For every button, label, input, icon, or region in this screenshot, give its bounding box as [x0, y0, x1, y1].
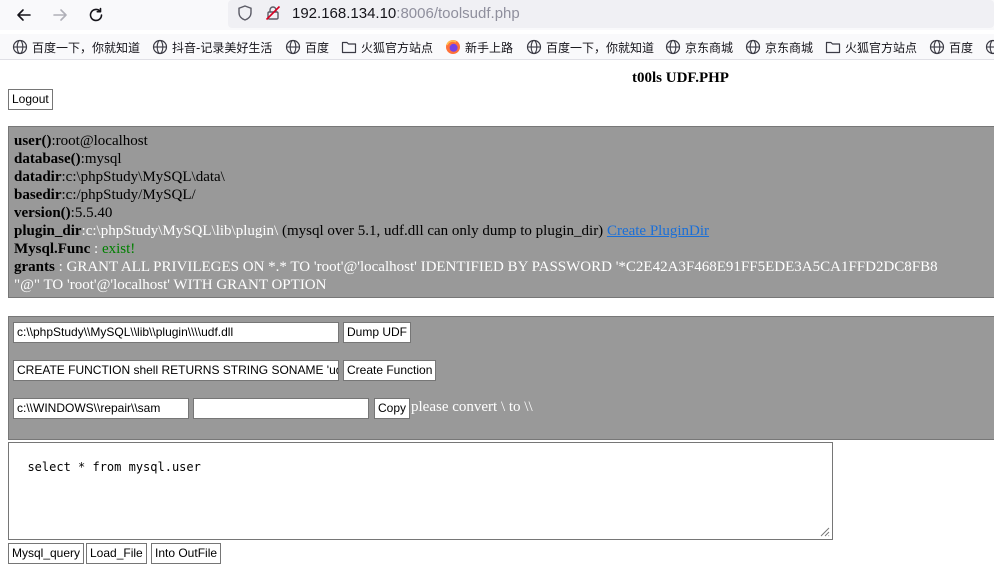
info-func-key: Mysql.Func	[14, 241, 91, 257]
url-path: :8006/toolsudf.php	[396, 5, 520, 22]
create-function-input[interactable]: CREATE FUNCTION shell RETURNS STRING SON…	[13, 360, 339, 381]
path-hint: please convert \ to \\	[411, 399, 533, 415]
back-arrow-icon	[17, 9, 31, 21]
resize-grip-icon[interactable]	[818, 525, 830, 537]
copy-source-input[interactable]: c:\\WINDOWS\\repair\\sam	[13, 398, 189, 419]
info-user-key: user()	[14, 133, 52, 149]
page-title: t00ls UDF.PHP	[632, 70, 729, 86]
udf-form-panel: c:\\phpStudy\\MySQL\\lib\\plugin\\\\udf.…	[8, 316, 994, 440]
info-user: user():root@localhost	[14, 132, 994, 150]
copy-button[interactable]: Copy	[374, 398, 411, 419]
bookmarks-bar: 百度一下，你就知道 抖音-记录美好生活 百度 火狐官方站点 新手上路 百度一下，…	[0, 34, 994, 60]
shield-icon	[238, 5, 252, 21]
bookmark-label: 百度	[949, 40, 974, 55]
reload-button[interactable]	[84, 3, 108, 27]
bookmark-label: 京东商城	[685, 40, 734, 55]
globe-icon	[12, 39, 28, 55]
bookmark-item[interactable]: 火狐官方站点	[341, 38, 433, 56]
info-database-value: :mysql	[80, 151, 122, 167]
forward-arrow-icon	[53, 9, 67, 21]
info-version: version():5.5.40	[14, 204, 994, 222]
dump-udf-button[interactable]: Dump UDF	[343, 322, 412, 343]
bookmark-label: 百度一下，你就知道	[32, 40, 141, 55]
forward-button[interactable]	[48, 3, 72, 27]
logout-button[interactable]: Logout	[8, 89, 53, 110]
globe-icon	[526, 39, 542, 55]
bookmark-item[interactable]: 百度	[285, 38, 329, 56]
browser-nav-bar: 192.168.134.10:8006/toolsudf.php	[0, 0, 994, 30]
info-plugin-note: (mysql over 5.1, udf.dll can only dump t…	[278, 223, 607, 239]
sql-query-text: select * from mysql.user	[27, 460, 201, 474]
insecure-lock-icon	[265, 5, 281, 21]
bookmark-label: 新手上路	[465, 40, 514, 55]
bookmark-item[interactable]: 新手上路	[445, 38, 513, 56]
folder-icon	[341, 41, 357, 54]
info-grants-value: : GRANT ALL PRIVILEGES ON *.* TO 'root'@…	[54, 259, 938, 275]
bookmark-item[interactable]: 京东商城	[745, 38, 813, 56]
bookmark-label: 抖音-记录美好生活	[172, 40, 273, 55]
bookmark-label: 百度	[305, 40, 330, 55]
info-datadir: datadir:c:\phpStudy\MySQL\data\	[14, 168, 994, 186]
info-plugin-key: plugin_dir	[14, 223, 82, 239]
info-version-value: :5.5.40	[70, 205, 113, 221]
back-button[interactable]	[12, 3, 36, 27]
info-database: database():mysql	[14, 150, 994, 168]
info-datadir-key: datadir	[14, 169, 62, 185]
info-func-status: exist!	[101, 241, 136, 257]
info-plugin-dir: plugin_dir:c:\phpStudy\MySQL\lib\plugin\…	[14, 222, 994, 240]
info-mysql-func: Mysql.Func : exist!	[14, 240, 994, 258]
url-host: 192.168.134.10	[292, 5, 397, 22]
info-database-key: database()	[14, 151, 81, 167]
dll-path-input[interactable]: c:\\phpStudy\\MySQL\\lib\\plugin\\\\udf.…	[13, 322, 339, 343]
bookmark-label: 火狐官方站点	[361, 40, 434, 55]
info-basedir: basedir:c:/phpStudy/MySQL/	[14, 186, 994, 204]
bookmark-item-overflow[interactable]	[985, 38, 994, 56]
folder-icon	[825, 41, 841, 54]
sql-query-textarea[interactable]: select * from mysql.user	[8, 442, 833, 540]
bookmark-label: 百度一下，你就知道	[546, 40, 655, 55]
bookmark-label: 京东商城	[765, 40, 814, 55]
reload-icon	[89, 7, 103, 22]
globe-icon	[665, 39, 681, 55]
info-version-key: version()	[14, 205, 71, 221]
bookmark-item[interactable]: 百度一下，你就知道	[12, 38, 140, 56]
url-bar[interactable]: 192.168.134.10:8006/toolsudf.php	[228, 0, 994, 28]
into-outfile-button[interactable]: Into OutFile	[151, 543, 222, 564]
info-user-value: :root@localhost	[51, 133, 148, 149]
info-basedir-key: basedir	[14, 187, 62, 203]
info-func-sep: :	[90, 241, 102, 257]
create-plugin-dir-link[interactable]: Create PluginDir	[607, 223, 709, 239]
info-plugin-value: :c:\phpStudy\MySQL\lib\plugin\	[81, 223, 279, 239]
bookmark-item[interactable]: 百度一下，你就知道	[526, 38, 654, 56]
copy-destination-input[interactable]	[193, 398, 369, 419]
info-grants: grants : GRANT ALL PRIVILEGES ON *.* TO …	[14, 258, 994, 276]
info-basedir-value: :c:/phpStudy/MySQL/	[61, 187, 196, 203]
bookmark-item[interactable]: 京东商城	[665, 38, 733, 56]
info-grants-continued: "@" TO 'root'@'localhost' WITH GRANT OPT…	[14, 277, 327, 293]
bookmark-label: 火狐官方站点	[845, 40, 918, 55]
bookmark-item[interactable]: 抖音-记录美好生活	[152, 38, 272, 56]
server-info-panel: user():root@localhost database():mysql d…	[8, 126, 994, 298]
globe-icon	[285, 39, 301, 55]
info-datadir-value: :c:\phpStudy\MySQL\data\	[61, 169, 225, 185]
globe-icon	[985, 39, 994, 55]
firefox-icon	[446, 40, 460, 54]
globe-icon	[745, 39, 761, 55]
info-grants-key: grants	[14, 259, 55, 275]
load-file-button[interactable]: Load_File	[86, 543, 147, 564]
globe-icon	[152, 39, 168, 55]
url-text: 192.168.134.10:8006/toolsudf.php	[292, 5, 520, 22]
mysql-query-button[interactable]: Mysql_query	[8, 543, 85, 564]
bookmark-item[interactable]: 百度	[929, 38, 973, 56]
create-function-button[interactable]: Create Function	[343, 360, 437, 381]
globe-icon	[929, 39, 945, 55]
bookmark-item[interactable]: 火狐官方站点	[825, 38, 917, 56]
